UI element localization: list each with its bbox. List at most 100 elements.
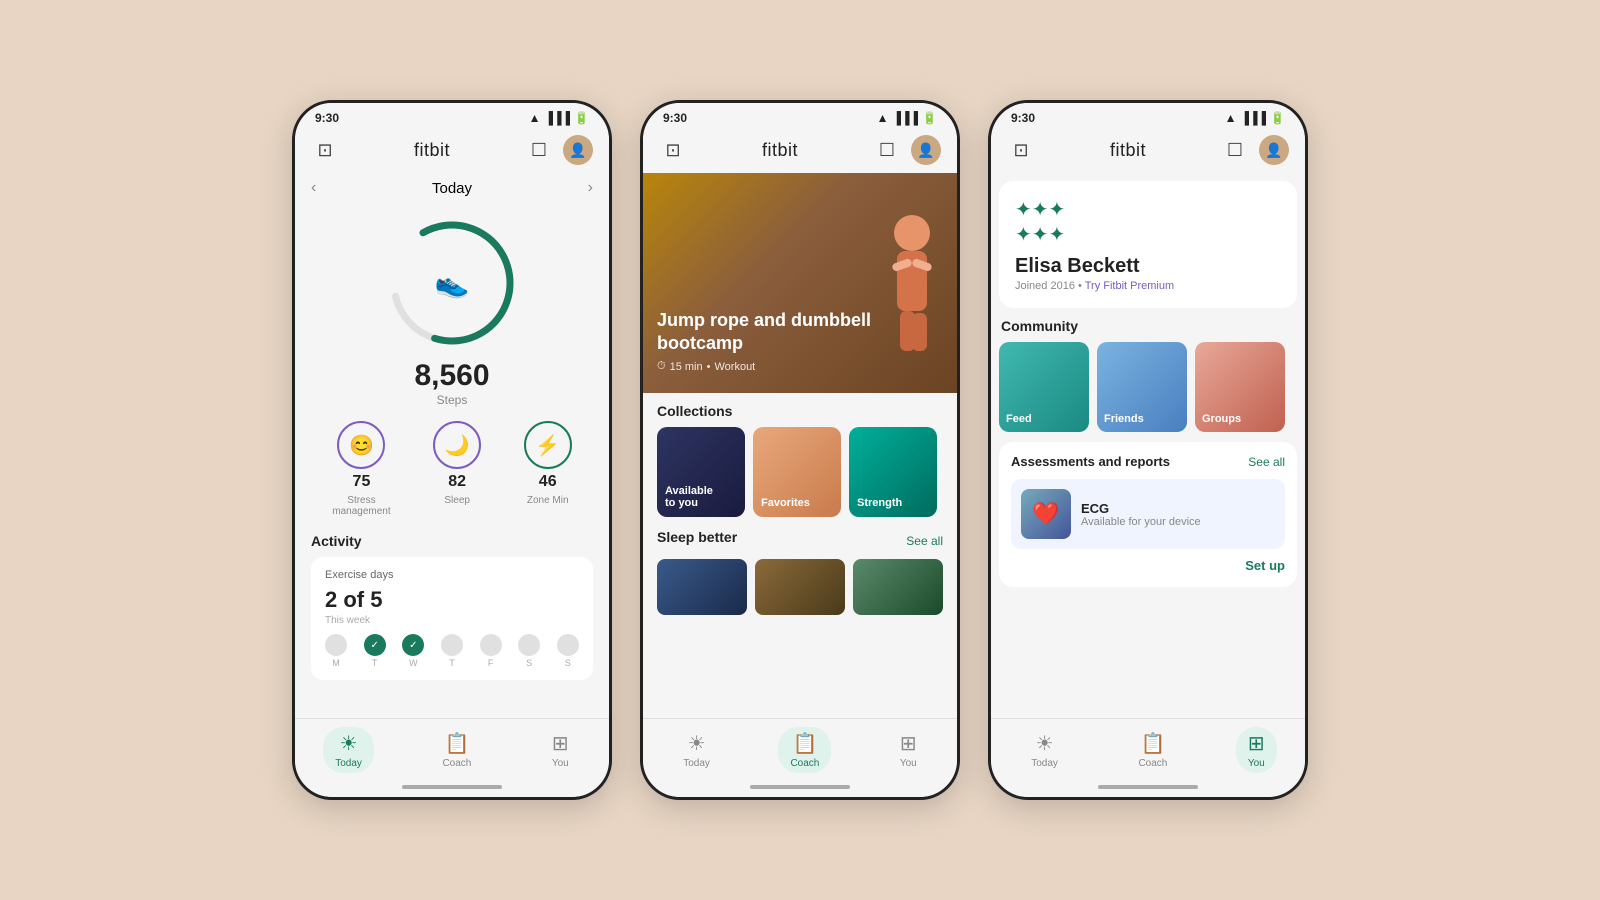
collections-row: Availableto you Favorites Strength (657, 427, 943, 517)
prev-day-btn[interactable]: ‹ (311, 179, 316, 197)
time-2: 9:30 (663, 111, 687, 125)
nav-you-1[interactable]: ⊞ You (540, 727, 581, 773)
battery-icon-2: 🔋 (922, 111, 937, 125)
date-nav: ‹ Today › (295, 173, 609, 203)
profile-card: ✦✦✦✦✦✦ Elisa Beckett Joined 2016 • Try F… (999, 181, 1297, 308)
scan-icon-3[interactable]: ⊡ (1007, 136, 1035, 164)
exercise-count: 2 of 5 (325, 587, 579, 613)
avatar-1[interactable]: 👤 (563, 135, 593, 165)
nav-today-3[interactable]: ☀ Today (1019, 727, 1070, 773)
ecg-info: ECG Available for your device (1081, 501, 1275, 528)
scan-icon-2[interactable]: ⊡ (659, 136, 687, 164)
nav-coach-2[interactable]: 📋 Coach (778, 727, 831, 773)
header-right-3: ☐ 👤 (1221, 135, 1289, 165)
phone-you: 9:30 ▲ ▐▐▐ 🔋 ⊡ fitbit ☐ 👤 ✦✦✦✦✦✦ Elisa B… (988, 100, 1308, 800)
today-nav-icon-2: ☀ (688, 731, 706, 756)
collection-strength-label: Strength (857, 497, 902, 509)
message-icon-3[interactable]: ☐ (1221, 136, 1249, 164)
collection-available-label: Availableto you (665, 485, 713, 509)
stress-value: 75 (353, 473, 371, 491)
hero-workout-image[interactable]: Jump rope and dumbbell bootcamp ⏱ 15 min… (643, 173, 957, 393)
you-nav-label-1: You (552, 758, 569, 769)
setup-button[interactable]: Set up (1245, 558, 1285, 573)
signal-icon-2: ▐▐▐ (893, 111, 919, 125)
phones-container: 9:30 ▲ ▐▐▐ 🔋 ⊡ fitbit ☐ 👤 ‹ Today › (292, 100, 1308, 800)
hero-workout-meta: ⏱ 15 min • Workout (657, 360, 957, 373)
coach-nav-label-2: Coach (790, 758, 819, 769)
phone-today: 9:30 ▲ ▐▐▐ 🔋 ⊡ fitbit ☐ 👤 ‹ Today › (292, 100, 612, 800)
avatar-3[interactable]: 👤 (1259, 135, 1289, 165)
exercise-sublabel: This week (325, 615, 579, 626)
wifi-icon: ▲ (529, 111, 541, 125)
assessments-see-all[interactable]: See all (1248, 455, 1285, 469)
next-day-btn[interactable]: › (588, 179, 593, 197)
nav-today-2[interactable]: ☀ Today (671, 727, 722, 773)
home-bar-2 (750, 785, 850, 789)
sleep-card-2[interactable] (755, 559, 845, 615)
community-friends[interactable]: Friends (1097, 342, 1187, 432)
nav-you-3[interactable]: ⊞ You (1236, 727, 1277, 773)
sleep-card-3[interactable] (853, 559, 943, 615)
day-S2 (557, 634, 579, 656)
app-header-2: ⊡ fitbit ☐ 👤 (643, 129, 957, 173)
metric-sleep[interactable]: 🌙 82 Sleep (433, 421, 481, 517)
avatar-2[interactable]: 👤 (911, 135, 941, 165)
message-icon-1[interactable]: ☐ (525, 136, 553, 164)
activity-section: Activity Exercise days 2 of 5 This week … (295, 525, 609, 688)
home-indicator-2 (643, 777, 957, 797)
bottom-nav-2: ☀ Today 📋 Coach ⊞ You (643, 718, 957, 777)
app-title-3: fitbit (1110, 140, 1146, 161)
time-1: 9:30 (315, 111, 339, 125)
collection-strength[interactable]: Strength (849, 427, 937, 517)
sleep-see-all[interactable]: See all (906, 534, 943, 548)
community-groups[interactable]: Groups (1195, 342, 1285, 432)
sleep-preview-row (643, 559, 957, 615)
nav-today-1[interactable]: ☀ Today (323, 727, 374, 773)
metric-zone[interactable]: ⚡ 46 Zone Min (524, 421, 572, 517)
zone-label: Zone Min (527, 495, 569, 506)
today-nav-label-3: Today (1031, 758, 1058, 769)
metric-stress[interactable]: 😊 75 Stressmanagement (332, 421, 390, 517)
app-header-3: ⊡ fitbit ☐ 👤 (991, 129, 1305, 173)
activity-title: Activity (311, 533, 593, 549)
assessments-section: Assessments and reports See all ❤️ ECG A… (999, 442, 1297, 587)
sleep-card-1[interactable] (657, 559, 747, 615)
ecg-card[interactable]: ❤️ ECG Available for your device (1011, 479, 1285, 549)
scan-icon-1[interactable]: ⊡ (311, 136, 339, 164)
profile-meta: Joined 2016 • Try Fitbit Premium (1015, 280, 1281, 292)
community-feed[interactable]: Feed (999, 342, 1089, 432)
nav-coach-3[interactable]: 📋 Coach (1126, 727, 1179, 773)
premium-link[interactable]: Try Fitbit Premium (1085, 280, 1174, 292)
steps-circle: 👟 (382, 213, 522, 353)
exercise-card[interactable]: Exercise days 2 of 5 This week M ✓ T (311, 557, 593, 680)
community-row: Feed Friends Groups (999, 342, 1297, 432)
assessments-title: Assessments and reports (1011, 454, 1170, 469)
you-nav-label-2: You (900, 758, 917, 769)
signal-icon: ▐▐▐ (545, 111, 571, 125)
status-bar-2: 9:30 ▲ ▐▐▐ 🔋 (643, 103, 957, 129)
community-section: Community Feed Friends Groups (999, 318, 1297, 432)
collection-favorites[interactable]: Favorites (753, 427, 841, 517)
sleep-value: 82 (448, 473, 466, 491)
collections-title: Collections (657, 403, 943, 419)
collection-available[interactable]: Availableto you (657, 427, 745, 517)
stress-icon: 😊 (337, 421, 385, 469)
groups-label: Groups (1202, 413, 1241, 425)
today-nav-label-1: Today (335, 758, 362, 769)
you-nav-icon-1: ⊞ (552, 731, 569, 756)
message-icon-2[interactable]: ☐ (873, 136, 901, 164)
home-indicator-3 (991, 777, 1305, 797)
steps-section: 👟 8,560 Steps (295, 203, 609, 407)
phone2-content: Jump rope and dumbbell bootcamp ⏱ 15 min… (643, 173, 957, 718)
steps-label: Steps (437, 393, 468, 407)
community-title: Community (999, 318, 1297, 334)
hero-duration: 15 min (670, 361, 703, 373)
clock-icon: ⏱ (657, 360, 666, 373)
week-dots: M ✓ T ✓ W T (325, 634, 579, 668)
coach-nav-label-3: Coach (1138, 758, 1167, 769)
coach-nav-icon-3: 📋 (1140, 731, 1165, 756)
exercise-label: Exercise days (325, 569, 579, 581)
time-3: 9:30 (1011, 111, 1035, 125)
nav-coach-1[interactable]: 📋 Coach (430, 727, 483, 773)
nav-you-2[interactable]: ⊞ You (888, 727, 929, 773)
